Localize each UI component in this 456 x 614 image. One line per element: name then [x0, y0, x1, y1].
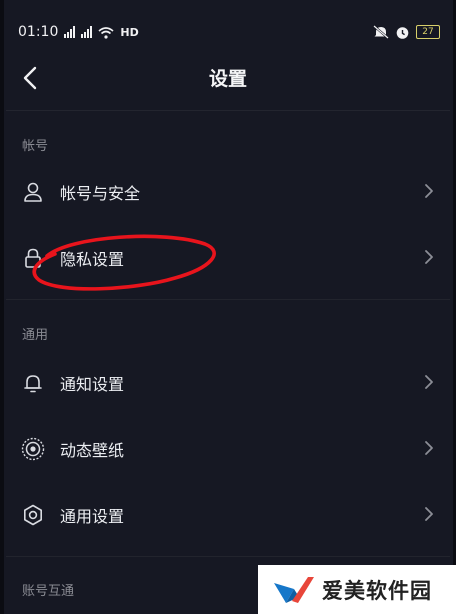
settings-item-label: 通知设置 [60, 375, 125, 394]
settings-item-live-wallpaper[interactable]: 动态壁纸 [0, 418, 456, 478]
watermark-text: 爱美软件园 [322, 578, 432, 603]
chevron-right-icon [425, 507, 433, 521]
watermark-logo-icon [274, 576, 314, 603]
nav-bar: 设置 [0, 52, 456, 102]
user-icon [20, 179, 46, 205]
status-bar: 01:10 HD 27 [18, 22, 440, 42]
settings-item-general[interactable]: 通用设置 [0, 484, 456, 544]
section-header-general: 通用 [22, 328, 49, 343]
status-right: 27 [373, 25, 440, 40]
watermark: 爱美软件园 [258, 565, 456, 614]
section-header-interconnect: 账号互通 [22, 584, 75, 599]
mute-icon [373, 25, 389, 39]
lock-icon [20, 245, 46, 271]
wifi-icon [98, 26, 114, 39]
chevron-right-icon [425, 375, 433, 389]
signal-icon [64, 26, 76, 38]
status-time: 01:10 [18, 24, 59, 40]
battery-icon: 27 [416, 25, 440, 39]
alarm-icon [396, 26, 409, 39]
settings-item-label: 动态壁纸 [60, 441, 125, 460]
chevron-right-icon [425, 250, 433, 264]
bell-icon [20, 370, 46, 396]
chevron-right-icon [425, 441, 433, 455]
battery-level: 27 [422, 26, 434, 37]
settings-item-label: 帐号与安全 [60, 184, 141, 203]
settings-item-account-security[interactable]: 帐号与安全 [0, 161, 456, 221]
chevron-right-icon [425, 184, 433, 198]
signal-icon-2 [81, 26, 93, 38]
gear-icon [20, 502, 46, 528]
live-wallpaper-icon [20, 436, 46, 462]
settings-screen: 01:10 HD 27 设置 帐号 帐号与安全 隐私设置 通用 通知设置 动态壁… [0, 0, 456, 614]
status-left: 01:10 HD [18, 24, 139, 40]
page-title: 设置 [208, 68, 247, 90]
section-header-account: 帐号 [22, 139, 49, 154]
settings-item-privacy[interactable]: 隐私设置 [0, 227, 456, 287]
section-divider [6, 556, 450, 557]
settings-item-notifications[interactable]: 通知设置 [0, 352, 456, 412]
nav-divider [6, 110, 450, 111]
settings-item-label: 通用设置 [60, 507, 125, 526]
network-type-label: HD [120, 25, 139, 39]
settings-item-label: 隐私设置 [60, 250, 125, 269]
section-divider [6, 299, 450, 300]
